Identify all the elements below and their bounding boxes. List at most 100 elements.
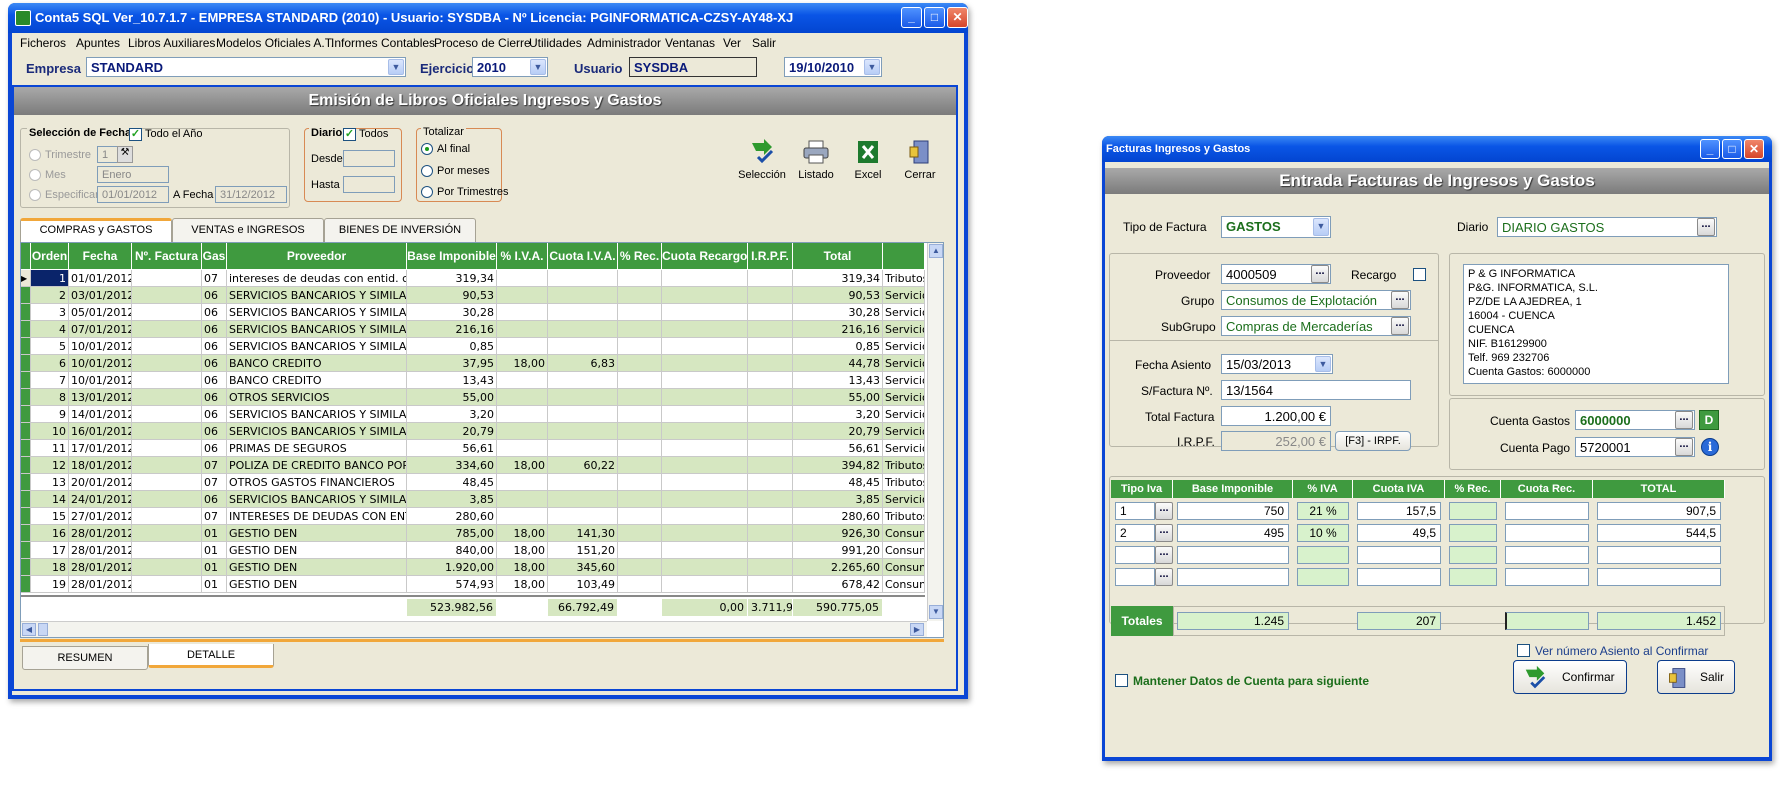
table-row[interactable]: 8 13/01/2012 06 OTROS SERVICIOS 55,00 55,00 Se… [21, 389, 925, 406]
table-row[interactable]: 7 10/01/2012 06 BANCO CREDITO 13,43 13,43 Serv… [21, 372, 925, 389]
menu-administrador[interactable]: Administrador [587, 36, 661, 50]
d-button[interactable]: D [1699, 410, 1719, 430]
fecha-asiento-field[interactable]: 15/03/2013 ▼ [1221, 354, 1333, 374]
iva-tipo-lookup-button[interactable]: ... [1155, 502, 1173, 520]
calendar-icon[interactable]: ⚒ [117, 146, 133, 163]
horizontal-scrollbar[interactable]: ◀ ▶ [21, 621, 927, 637]
iva-cell-input[interactable]: 495 [1177, 524, 1289, 542]
col-total[interactable]: Total [793, 243, 883, 269]
grupo-lookup-button[interactable]: ... [1391, 291, 1409, 309]
iva-cell-input[interactable] [1449, 568, 1497, 586]
iva-cell-input[interactable]: 10 % [1297, 524, 1349, 542]
tab-detalle[interactable]: DETALLE [148, 644, 274, 668]
proveedor-field[interactable]: 4000509 ... [1221, 264, 1331, 284]
iva-cell-input[interactable] [1449, 524, 1497, 542]
table-row[interactable]: 14 24/01/2012 06 SERVICIOS BANCARIOS Y SIMI… [21, 491, 925, 508]
col-pct-iva[interactable]: % I.V.A. [497, 243, 548, 269]
iva-cell-input[interactable] [1505, 546, 1589, 564]
table-row[interactable]: 9 14/01/2012 06 SERVICIOS BANCARIOS Y SIMIL… [21, 406, 925, 423]
iva-cell-input[interactable] [1357, 568, 1441, 586]
menu-ventanas[interactable]: Ventanas [665, 36, 715, 50]
confirmar-button[interactable]: Confirmar [1513, 660, 1627, 694]
row-indicator[interactable] [21, 576, 31, 593]
row-indicator[interactable] [21, 542, 31, 559]
row-indicator[interactable] [21, 508, 31, 525]
table-row[interactable]: 19 28/01/2012 01 GESTIO DEN 574,93 18,00 103,4… [21, 576, 925, 593]
al-final-radio[interactable] [421, 143, 433, 155]
tab-bienes-inversion[interactable]: BIENES DE INVERSIÓN [324, 218, 476, 242]
info-icon[interactable]: i [1701, 438, 1719, 456]
iva-cell-input[interactable] [1505, 524, 1589, 542]
hasta-date-field[interactable]: 31/12/2012 [215, 186, 287, 203]
iva-cell-input[interactable] [1597, 568, 1721, 586]
diario-hasta-field[interactable] [343, 176, 395, 193]
iva-tipo-lookup-button[interactable]: ... [1155, 524, 1173, 542]
table-row[interactable]: 2 03/01/2012 06 SERVICIOS BANCARIOS Y SIMIL… [21, 287, 925, 304]
close-button[interactable]: ✕ [947, 7, 968, 28]
table-row[interactable]: 6 10/01/2012 06 BANCO CREDITO 37,95 18,00 6,83… [21, 355, 925, 372]
row-indicator[interactable] [21, 304, 31, 321]
iva-tipo-lookup-button[interactable]: ... [1155, 568, 1173, 586]
col-factura[interactable]: Nº. Factura [132, 243, 202, 269]
menu-libros-auxiliares[interactable]: Libros Auxiliares [128, 36, 215, 50]
col-fecha[interactable]: Fecha [69, 243, 132, 269]
menu-proceso-cierre[interactable]: Proceso de Cierre [434, 36, 531, 50]
scroll-right-icon[interactable]: ▶ [910, 623, 924, 636]
row-indicator[interactable] [21, 457, 31, 474]
table-row[interactable]: 12 18/01/2012 07 POLIZA DE CREDITO BANCO PO… [21, 457, 925, 474]
row-indicator[interactable] [21, 287, 31, 304]
mantener-checkbox[interactable] [1115, 674, 1128, 687]
row-indicator[interactable] [21, 474, 31, 491]
row-indicator[interactable] [21, 372, 31, 389]
scroll-thumb[interactable] [38, 623, 48, 636]
iva-tipo-input[interactable]: 2 [1115, 524, 1155, 542]
scroll-down-icon[interactable]: ▼ [929, 605, 943, 619]
table-row[interactable]: 13 20/01/2012 07 OTROS GASTOS FINANCIEROS 48… [21, 474, 925, 491]
row-indicator[interactable] [21, 559, 31, 576]
table-row[interactable]: 4 07/01/2012 06 SERVICIOS BANCARIOS Y SIMIL… [21, 321, 925, 338]
col-orden[interactable]: Orden [31, 243, 69, 269]
iva-cell-input[interactable] [1449, 546, 1497, 564]
subgrupo-field[interactable]: Compras de Mercaderías ... [1221, 316, 1411, 336]
diario-field[interactable]: DIARIO GASTOS ... [1497, 217, 1717, 237]
total-factura-field[interactable]: 1.200,00 € [1221, 406, 1331, 426]
iva-tipo-input[interactable] [1115, 568, 1155, 586]
menu-modelos-oficiales[interactable]: Modelos Oficiales A.T. [216, 36, 334, 50]
row-indicator[interactable] [21, 389, 31, 406]
excel-button[interactable]: Excel [838, 139, 898, 181]
row-indicator[interactable] [21, 491, 31, 508]
tipo-factura-select[interactable]: GASTOS ▼ [1221, 216, 1331, 238]
trimestre-radio[interactable] [29, 149, 41, 161]
iva-cell-input[interactable]: 544,5 [1597, 524, 1721, 542]
row-indicator[interactable] [21, 406, 31, 423]
facturas-maximize-button[interactable]: □ [1722, 139, 1742, 159]
iva-cell-input[interactable] [1177, 546, 1289, 564]
iva-cell-input[interactable]: 21 % [1297, 502, 1349, 520]
sfactura-field[interactable]: 13/1564 [1221, 380, 1411, 400]
iva-cell-input[interactable]: 49,5 [1357, 524, 1441, 542]
desde-date-field[interactable]: 01/01/2012 [97, 186, 169, 203]
col-cuota-iva[interactable]: Cuota I.V.A. [548, 243, 618, 269]
proveedor-lookup-button[interactable]: ... [1311, 265, 1329, 283]
facturas-minimize-button[interactable]: _ [1700, 139, 1720, 159]
iva-tipo-lookup-button[interactable]: ... [1155, 546, 1173, 564]
table-row[interactable]: 18 28/01/2012 01 GESTIO DEN 1.920,00 18,00 345… [21, 559, 925, 576]
grupo-field[interactable]: Consumos de Explotación ... [1221, 290, 1411, 310]
col-pct-rec[interactable]: % Rec. [618, 243, 662, 269]
menu-apuntes[interactable]: Apuntes [76, 36, 120, 50]
subgrupo-lookup-button[interactable]: ... [1391, 317, 1409, 335]
tab-ventas-ingresos[interactable]: VENTAS e INGRESOS [172, 218, 324, 242]
mes-select[interactable]: Enero [97, 166, 169, 183]
table-row[interactable]: 5 10/01/2012 06 SERVICIOS BANCARIOS Y SIMIL… [21, 338, 925, 355]
iva-cell-input[interactable] [1449, 502, 1497, 520]
row-indicator[interactable] [21, 423, 31, 440]
ejercicio-select[interactable]: 2010 ▼ [472, 57, 548, 77]
menu-utilidades[interactable]: Utilidades [529, 36, 582, 50]
table-row[interactable]: ▶ 1 01/01/2012 07 intereses de deudas con en… [21, 270, 925, 287]
row-indicator[interactable]: ▶ [21, 270, 31, 287]
cerrar-button[interactable]: Cerrar [890, 139, 950, 181]
row-indicator[interactable] [21, 321, 31, 338]
row-indicator[interactable] [21, 525, 31, 542]
seleccion-button[interactable]: Selección [732, 139, 792, 181]
irpf-button[interactable]: [F3] - IRPF. [1335, 431, 1411, 451]
